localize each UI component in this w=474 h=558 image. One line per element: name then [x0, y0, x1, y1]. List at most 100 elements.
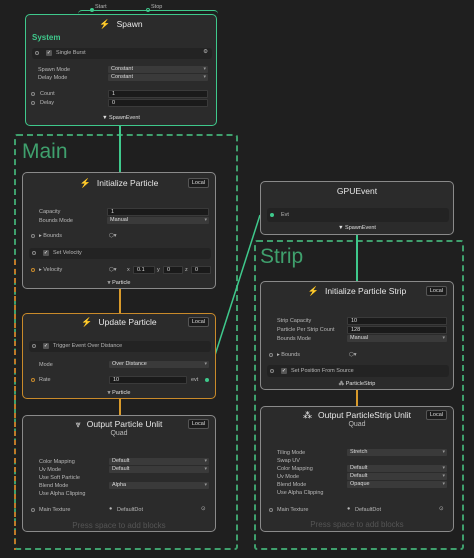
stop-port[interactable]	[146, 8, 150, 12]
output-particle-node[interactable]: ⩔ Output Particle Unlit Quad Local Color …	[22, 415, 216, 532]
start-port[interactable]	[90, 8, 94, 12]
per-strip-field[interactable]: 128	[347, 326, 447, 334]
evt-block[interactable]: Evt	[267, 208, 449, 222]
local-badge[interactable]: Local	[187, 419, 209, 429]
velocity-z-field[interactable]: 0	[191, 266, 211, 274]
local-badge[interactable]: Local	[187, 178, 209, 188]
capacity-field[interactable]: 1	[107, 208, 209, 216]
update-particle-node[interactable]: ⚡ Update Particle Local ✓ Trigger Event O…	[22, 313, 216, 399]
blend-mode-dropdown[interactable]: Alpha	[109, 482, 209, 489]
update-title: ⚡ Update Particle	[81, 317, 157, 327]
local-badge[interactable]: Local	[187, 317, 209, 327]
block-enabled-checkbox[interactable]: ✓	[43, 250, 49, 256]
bounds-mode-label: Bounds Mode	[277, 336, 311, 342]
bounds-label[interactable]: ▸ Bounds	[39, 233, 62, 239]
bounds-port[interactable]	[269, 353, 273, 357]
texture-dot-icon: ●	[347, 506, 351, 512]
gpuevent-node[interactable]: GPUEvent Evt ▼ SpawnEvent	[260, 181, 454, 235]
strip-output-icon: ⁂	[302, 410, 312, 420]
init-particle-node[interactable]: ⚡ Initialize Particle Local Capacity 1 Bo…	[22, 172, 216, 289]
spawn-node[interactable]: ⚡ Spawn System ✓ Single Burst ⚙ Spawn Mod…	[25, 14, 217, 126]
blend-mode-label: Blend Mode	[39, 483, 69, 489]
block-port[interactable]	[32, 344, 36, 348]
delay-port[interactable]	[31, 101, 35, 105]
strip-capacity-label: Strip Capacity	[277, 318, 312, 324]
color-mapping-dropdown[interactable]: Default	[109, 458, 209, 465]
uv-mode-dropdown[interactable]: Default	[347, 473, 447, 480]
init-strip-output-label: ⁂ ParticleStrip	[338, 381, 376, 387]
delay-field[interactable]: 0	[108, 99, 208, 107]
velocity-port[interactable]	[31, 268, 35, 272]
init-strip-title: ⚡ Initialize Particle Strip	[307, 286, 407, 296]
block-enabled-checkbox[interactable]: ✓	[281, 368, 287, 374]
uv-mode-dropdown[interactable]: Default	[109, 466, 209, 473]
evt-output-port[interactable]	[205, 378, 209, 382]
vx-axis-label: x	[127, 267, 130, 273]
flow-arrow-icon: ▼	[102, 115, 110, 121]
block-port[interactable]	[32, 251, 36, 255]
rate-field[interactable]: 10	[109, 376, 187, 384]
main-texture-value[interactable]: DefaultDot	[355, 507, 381, 513]
bolt-icon: ⚡	[99, 19, 111, 29]
main-context-label: Main	[22, 140, 68, 163]
alpha-clipping-label: Use Alpha Clipping	[39, 491, 86, 497]
update-output-label: ⩔ Particle	[107, 390, 131, 396]
tiling-mode-dropdown[interactable]: Stretch	[347, 449, 447, 456]
set-velocity-block[interactable]: ✓ Set Velocity	[29, 248, 211, 259]
texture-picker-icon[interactable]: ⊙	[439, 506, 444, 512]
spawn-to-init-wire	[119, 126, 121, 176]
velocity-x-field[interactable]: 0.1	[133, 266, 155, 274]
block-enabled-checkbox[interactable]: ✓	[43, 343, 49, 349]
single-burst-block[interactable]: ✓ Single Burst ⚙	[32, 48, 212, 59]
rate-port[interactable]	[31, 378, 35, 382]
strip-capacity-field[interactable]: 10	[347, 317, 447, 325]
color-mapping-dropdown[interactable]: Default	[347, 465, 447, 472]
spawn-title: ⚡ Spawn	[99, 19, 143, 29]
blend-mode-label: Blend Mode	[277, 482, 307, 488]
bounds-mode-dropdown[interactable]: Manual	[347, 335, 447, 342]
uv-mode-label: Uv Mode	[39, 467, 62, 473]
main-texture-value[interactable]: DefaultDot	[117, 507, 143, 513]
soft-particle-label: Use Soft Particle	[39, 475, 80, 481]
color-mapping-label: Color Mapping	[277, 466, 313, 472]
bounds-label[interactable]: ▸ Bounds	[277, 352, 300, 358]
blend-mode-dropdown[interactable]: Opaque	[347, 481, 447, 488]
init-strip-node[interactable]: ⚡ Initialize Particle Strip Local Strip C…	[260, 281, 454, 390]
block-port[interactable]	[270, 369, 274, 373]
trigger-event-block[interactable]: ✓ Trigger Event Over Distance	[29, 341, 211, 352]
output-strip-subtitle: Quad	[348, 421, 366, 428]
evt-input-port[interactable]	[270, 213, 274, 217]
capacity-label: Capacity	[39, 209, 61, 215]
delay-mode-dropdown[interactable]: Constant	[108, 74, 208, 81]
trigger-event-label: Trigger Event Over Distance	[53, 343, 123, 349]
mode-dropdown[interactable]: Over Distance	[109, 361, 209, 368]
block-enabled-checkbox[interactable]: ✓	[46, 50, 52, 56]
main-texture-port[interactable]	[31, 508, 35, 512]
update-to-output-wire	[119, 398, 121, 416]
rate-label: Rate	[39, 377, 51, 383]
local-badge[interactable]: Local	[425, 286, 447, 296]
block-menu-icon[interactable]: ⚙	[203, 49, 208, 55]
bounds-mode-dropdown[interactable]: Manual	[107, 217, 209, 224]
set-position-block[interactable]: ✓ Set Position From Source	[267, 365, 449, 377]
flow-arrow-icon: ⁂	[338, 381, 346, 387]
local-badge[interactable]: Local	[425, 410, 447, 420]
output-strip-node[interactable]: ⁂ Output ParticleStrip Unlit Quad Local T…	[260, 406, 454, 532]
block-port[interactable]	[35, 51, 39, 55]
spawn-mode-dropdown[interactable]: Constant	[108, 66, 208, 73]
tiling-mode-label: Tiling Mode	[277, 450, 306, 456]
main-texture-label: Main Texture	[39, 507, 71, 513]
texture-picker-icon[interactable]: ⊙	[201, 506, 206, 512]
evt-label: Evt	[281, 212, 289, 218]
delay-mode-label: Delay Mode	[38, 75, 68, 81]
main-texture-port[interactable]	[269, 508, 273, 512]
add-blocks-hint: Press space to add blocks	[72, 521, 166, 530]
cube-icon: ⬡▾	[349, 352, 357, 358]
vz-axis-label: z	[185, 267, 188, 273]
gpuevent-title: GPUEvent	[336, 186, 378, 196]
count-field[interactable]: 1	[108, 90, 208, 98]
velocity-y-field[interactable]: 0	[163, 266, 183, 274]
start-label: Start	[95, 4, 107, 10]
bounds-port[interactable]	[31, 234, 35, 238]
count-port[interactable]	[31, 92, 35, 96]
